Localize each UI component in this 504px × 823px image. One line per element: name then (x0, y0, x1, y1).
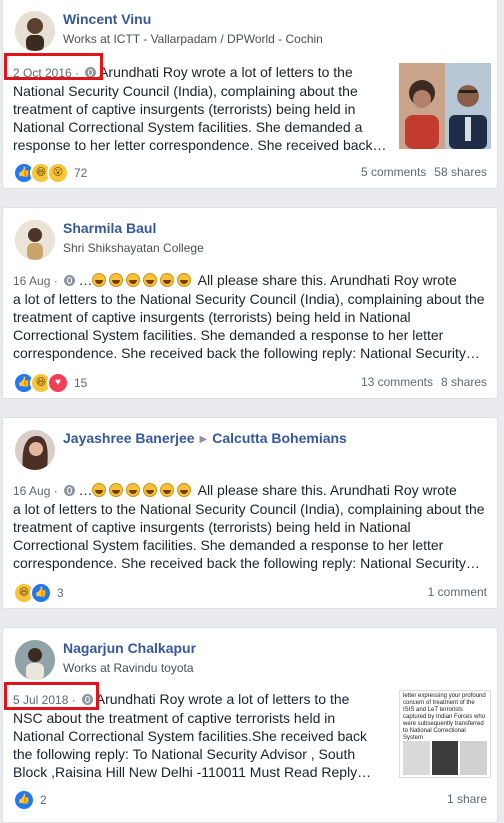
globe-icon (63, 275, 75, 286)
play-arrow-icon: ▶ (199, 434, 208, 445)
post-card: Sharmila Baul Shri Shikshayatan College … (2, 207, 498, 399)
reaction-count: 2 (40, 793, 47, 807)
comments-link[interactable]: 5 comments (361, 165, 426, 179)
shares-link[interactable]: 8 shares (441, 375, 487, 389)
globe-icon (63, 485, 75, 496)
photo-text: letter expressing your profound concern … (403, 693, 486, 741)
comments-link[interactable]: 1 comment (428, 585, 487, 599)
post-photo[interactable] (399, 63, 491, 149)
love-icon: ♥ (47, 372, 69, 394)
shares-link[interactable]: 1 share (447, 792, 487, 806)
author-name[interactable]: Wincent Vinu (63, 11, 151, 27)
wow-icon: 😮 (47, 162, 69, 184)
author-name[interactable]: Sharmila Baul (63, 220, 156, 236)
group-name[interactable]: Calcutta Bohemians (212, 430, 347, 446)
avatar[interactable] (15, 640, 55, 680)
reaction-summary[interactable]: 😆 👍 3 (13, 582, 64, 604)
post-timestamp[interactable]: 16 Aug · (13, 274, 58, 288)
post-card: Jayashree Banerjee ▶ Calcutta Bohemians 16… (2, 417, 498, 609)
laughing-emoji-icon (143, 483, 158, 497)
laughing-emoji-icon (109, 273, 124, 287)
post-stats: 1 share (447, 792, 487, 806)
laughing-emoji-icon (92, 273, 107, 287)
like-icon: 👍 (30, 582, 52, 604)
shares-link[interactable]: 58 shares (434, 165, 487, 179)
emoji-row (92, 482, 194, 498)
photo-collage (400, 741, 490, 775)
post-text: 16 Aug · … All please share this. Arundh… (13, 272, 485, 361)
laughing-emoji-icon (126, 273, 141, 287)
reaction-summary[interactable]: 👍 😆 😮 72 (13, 162, 87, 184)
author-subtitle: Shri Shikshayatan College (63, 241, 204, 255)
post-stats: 1 comment (428, 585, 487, 599)
laughing-emoji-icon (160, 483, 175, 497)
laughing-emoji-icon (177, 483, 192, 497)
post-card: Nagarjun Chalkapur Works at Ravindu toyo… (2, 627, 498, 823)
reaction-count: 3 (57, 586, 64, 600)
highlight-box (4, 53, 103, 80)
laughing-emoji-icon (109, 483, 124, 497)
author-name[interactable]: Nagarjun Chalkapur (63, 640, 196, 656)
post-text: 16 Aug · … All please share this. Arundh… (13, 482, 485, 571)
laughing-emoji-icon (160, 273, 175, 287)
author-subtitle: Works at Ravindu toyota (63, 661, 194, 675)
reaction-summary[interactable]: 👍 2 (13, 789, 47, 811)
avatar[interactable] (15, 11, 55, 51)
laughing-emoji-icon (126, 483, 141, 497)
laughing-emoji-icon (143, 273, 158, 287)
highlight-box (4, 682, 99, 710)
author-name[interactable]: Jayashree Banerjee ▶ Calcutta Bohemians (63, 430, 347, 446)
post-photo[interactable]: letter expressing your profound concern … (399, 690, 491, 778)
post-card: Wincent Vinu Works at ICTT - Vallarpadam… (2, 0, 498, 189)
like-icon: 👍 (13, 789, 35, 811)
avatar[interactable] (15, 220, 55, 260)
comments-link[interactable]: 13 comments (361, 375, 433, 389)
reaction-count: 15 (74, 376, 88, 390)
author-subtitle: Works at ICTT - Vallarpadam / DPWorld - … (63, 32, 323, 46)
reaction-count: 72 (74, 166, 88, 180)
post-stats: 13 comments 8 shares (361, 375, 487, 389)
laughing-emoji-icon (177, 273, 192, 287)
post-stats: 5 comments 58 shares (361, 165, 487, 179)
post-timestamp[interactable]: 16 Aug · (13, 484, 58, 498)
reaction-summary[interactable]: 👍 😆 ♥ 15 (13, 372, 87, 394)
emoji-row (92, 272, 194, 288)
avatar[interactable] (15, 430, 55, 470)
laughing-emoji-icon (92, 483, 107, 497)
